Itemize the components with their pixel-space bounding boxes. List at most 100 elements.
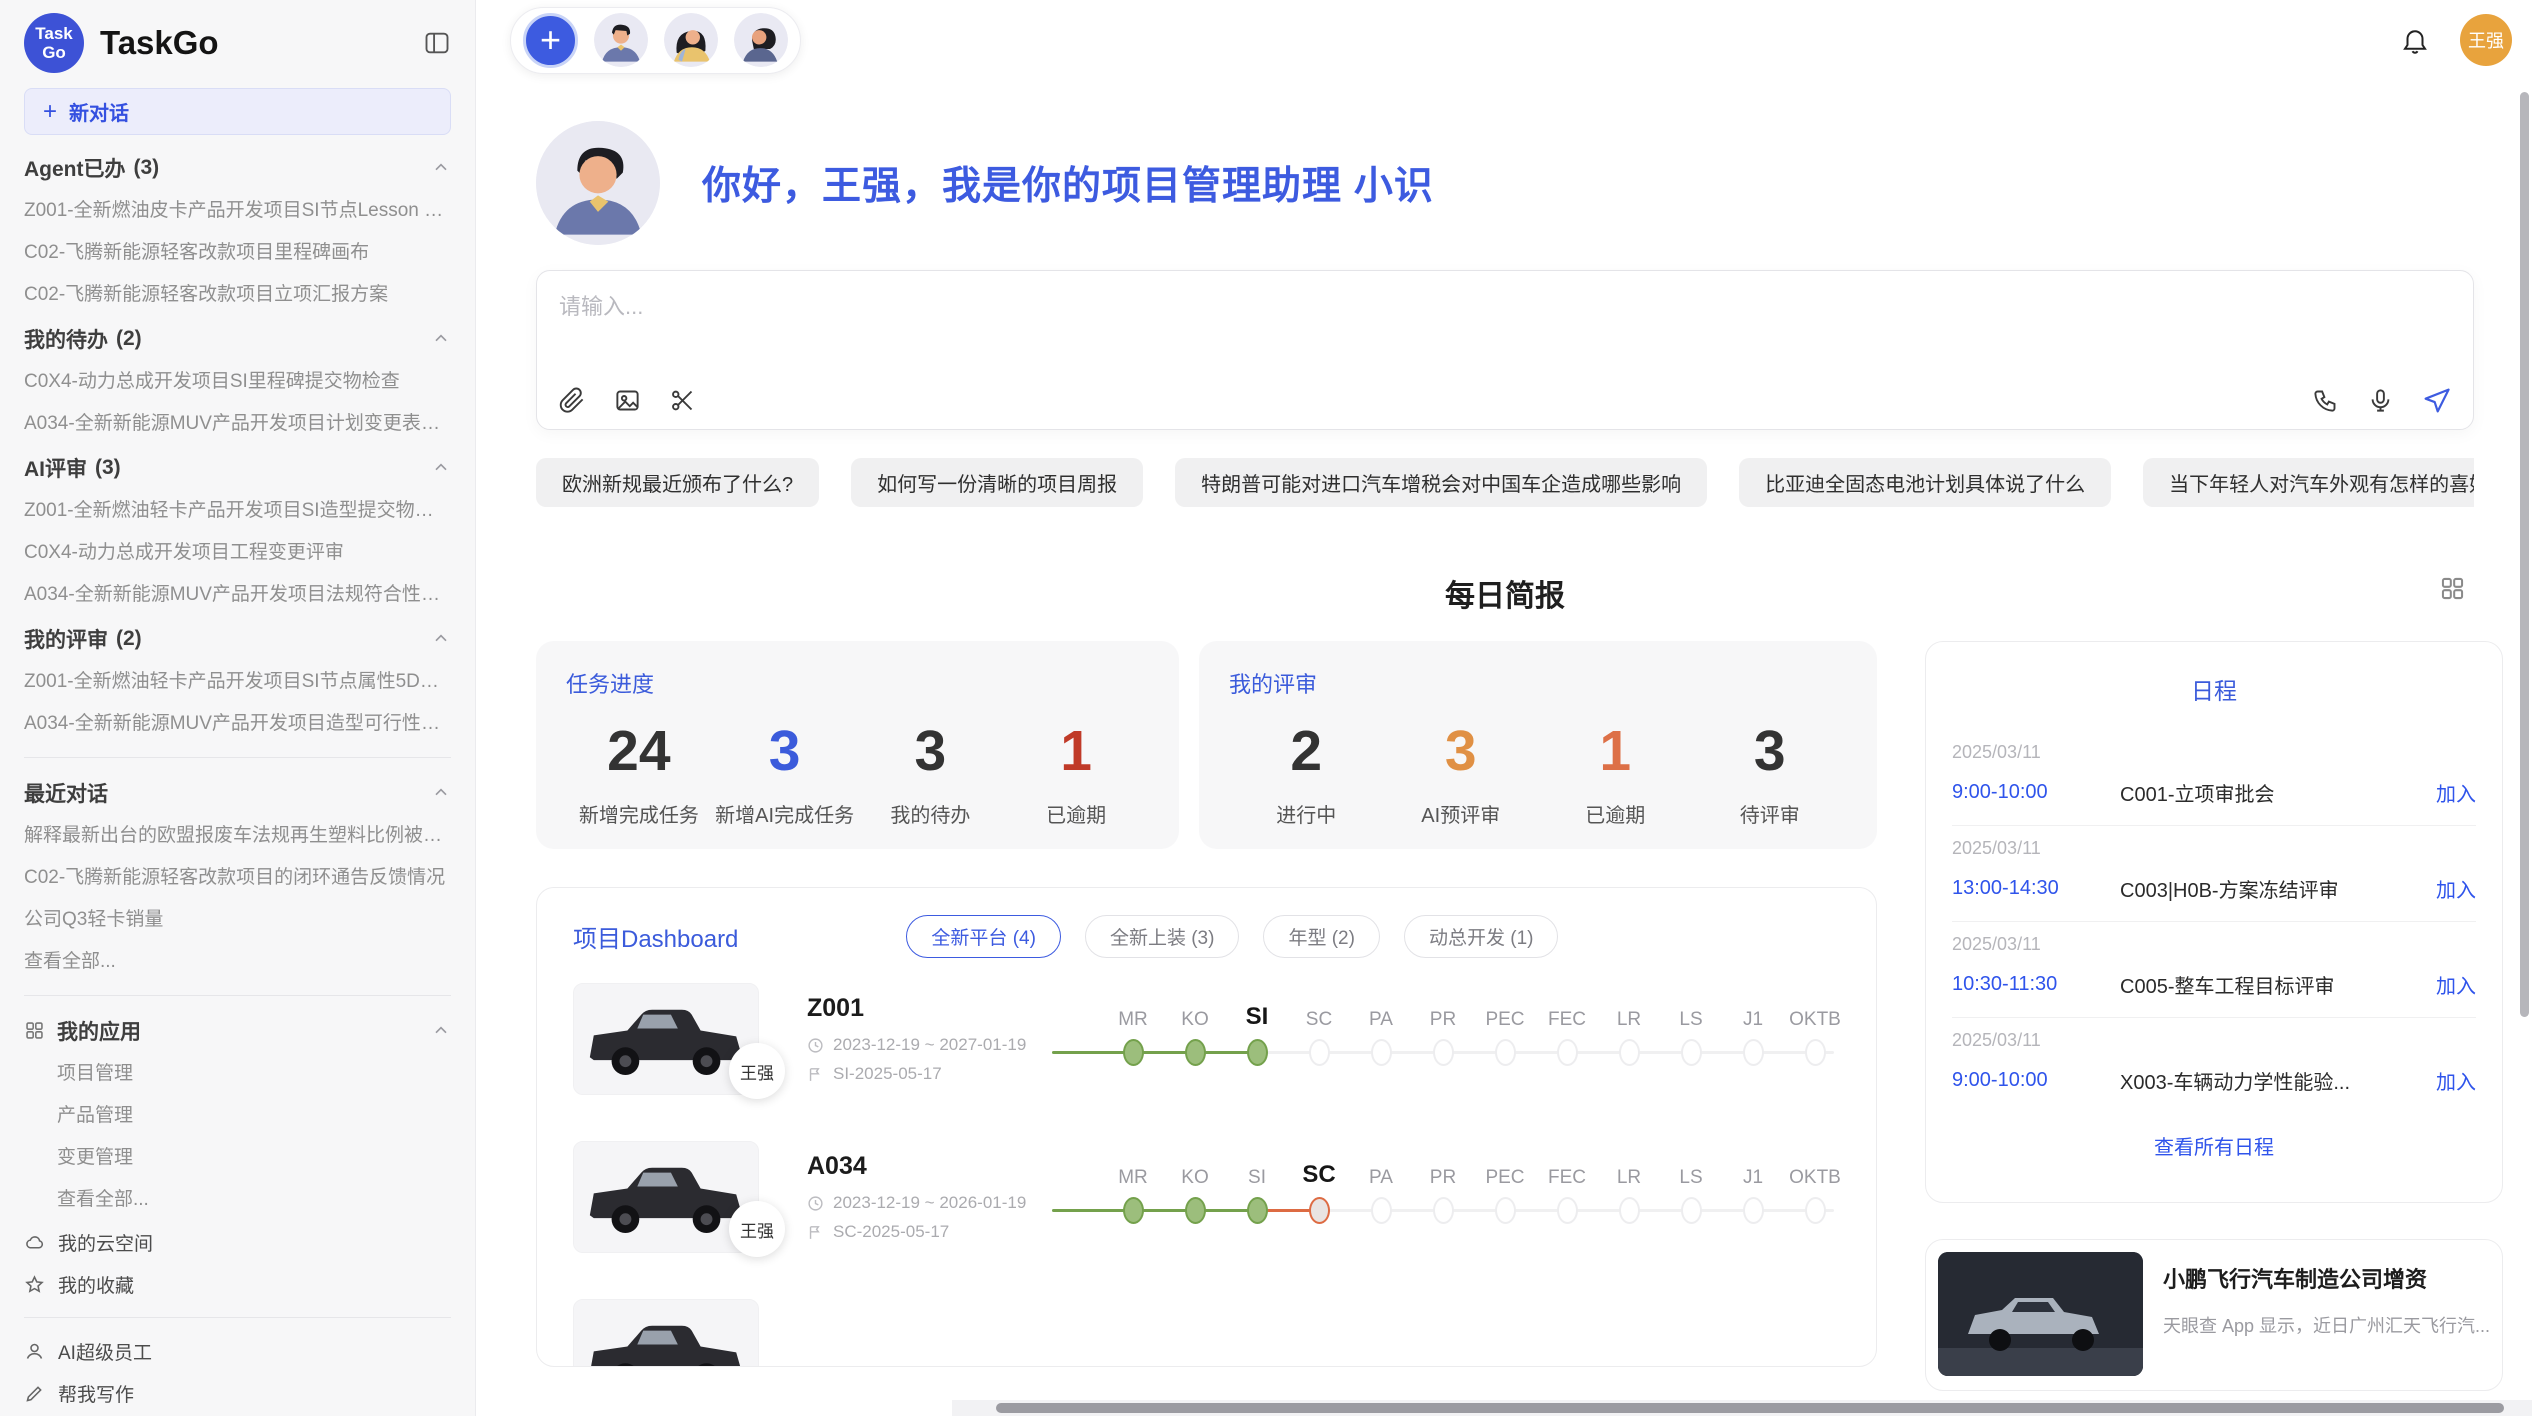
milestone-label: J1 (1743, 993, 1763, 1031)
milestone-dot (1185, 1197, 1206, 1224)
app-item[interactable]: 产品管理 (24, 1095, 451, 1137)
section-header[interactable]: 我的评审 (2) (24, 616, 451, 661)
vertical-scrollbar-thumb[interactable] (2520, 92, 2529, 1017)
view-all-schedule-link[interactable]: 查看所有日程 (1952, 1131, 2476, 1160)
card-title: 任务进度 (566, 667, 1149, 699)
agent-avatar-2[interactable] (664, 13, 718, 67)
apps-view-all[interactable]: 查看全部... (24, 1179, 451, 1221)
suggestion-chip[interactable]: 比亚迪全固态电池计划具体说了什么 (1739, 458, 2111, 507)
project-info: A034 2023-12-19 ~ 2026-01-19 SC-2025-05-… (807, 1152, 1045, 1242)
notifications-button[interactable] (2400, 25, 2430, 55)
schedule-date: 2025/03/11 (1952, 742, 2476, 763)
milestone-label: SC (1302, 1151, 1335, 1189)
microphone-button[interactable] (2367, 387, 2394, 414)
sidebar-item[interactable]: C0X4-动力总成开发项目SI里程碑提交物检查 (24, 361, 451, 403)
recent-chat-item[interactable]: C02-飞腾新能源轻客改款项目的闭环通告反馈情况 (24, 857, 451, 899)
stat-value: 3 (712, 707, 858, 795)
stat-label: 已逾期 (1538, 799, 1693, 828)
sidebar-item[interactable]: C0X4-动力总成开发项目工程变更评审 (24, 532, 451, 574)
image-upload-button[interactable] (614, 387, 641, 414)
sidebar-item[interactable]: Z001-全新燃油皮卡产品开发项目SI节点Lesson Learn报告 (24, 190, 451, 232)
user-avatar[interactable]: 王强 (2460, 14, 2512, 66)
suggestion-chip[interactable]: 当下年轻人对汽车外观有怎样的喜好趋势 (2143, 458, 2474, 507)
milestone-dot (1557, 1039, 1578, 1066)
milestone-label: PA (1369, 993, 1393, 1031)
project-name: A034 (807, 1152, 1045, 1181)
dashboard-tab[interactable]: 动总开发 (1) (1404, 915, 1559, 958)
sidebar-item-cloud-space[interactable]: 我的云空间 (24, 1221, 451, 1263)
sidebar-item[interactable]: A034-全新新能源MUV产品开发项目造型可行性评审 (24, 703, 451, 745)
schedule-title: 日程 (1952, 672, 2476, 706)
sidebar-item[interactable]: Z001-全新燃油轻卡产品开发项目SI节点属性5D文件评审 (24, 661, 451, 703)
dashboard-title: 项目Dashboard (573, 919, 738, 954)
project-name: Z001 (807, 994, 1045, 1023)
add-agent-button[interactable]: + (523, 13, 578, 68)
chat-input[interactable] (559, 289, 2451, 386)
attach-button[interactable] (559, 387, 586, 414)
project-dates: 2023-12-19 ~ 2027-01-19 (833, 1035, 1026, 1055)
milestone-timeline: MRKOSISCPAPRPECFECLRLSJ1OKTB (1052, 1151, 1846, 1243)
milestone-dot (1371, 1197, 1392, 1224)
section-header[interactable]: 最近对话 (24, 770, 451, 815)
dashboard-tab[interactable]: 全新平台 (4) (906, 915, 1061, 958)
sidebar-item[interactable]: C02-飞腾新能源轻客改款项目里程碑画布 (24, 232, 451, 274)
milestone: MR (1102, 993, 1164, 1085)
agent-avatar-3[interactable] (734, 13, 788, 67)
agent-switcher: + (510, 7, 801, 74)
sidebar-item-favorites[interactable]: 我的收藏 (24, 1263, 451, 1305)
join-link[interactable]: 加入 (2436, 1066, 2476, 1095)
stat-label: AI预评审 (1384, 799, 1539, 828)
section-header[interactable]: Agent已办 (3) (24, 145, 451, 190)
horizontal-scrollbar-thumb[interactable] (996, 1403, 2504, 1413)
project-row[interactable]: 王强 Z001 2023-12-19 ~ 2027-01-19 SI-2025-… (557, 960, 1856, 1118)
suggestion-chip[interactable]: 如何写一份清晰的项目周报 (851, 458, 1143, 507)
dashboard-tab[interactable]: 年型 (2) (1263, 915, 1380, 958)
dashboard-tab[interactable]: 全新上装 (3) (1085, 915, 1240, 958)
recent-chat-item[interactable]: 解释最新出台的欧盟报废车法规再生塑料比例被调至15%... (24, 815, 451, 857)
voice-call-button[interactable] (2312, 387, 2339, 414)
agent-avatar-1[interactable] (594, 13, 648, 67)
section-header[interactable]: AI评审 (3) (24, 445, 451, 490)
section-header[interactable]: 我的待办 (2) (24, 316, 451, 361)
stat-value: 2 (1229, 707, 1384, 795)
sidebar-collapse-button[interactable] (423, 29, 451, 57)
sidebar-item[interactable]: A034-全新新能源MUV产品开发项目计划变更表编写 (24, 403, 451, 445)
send-button[interactable] (2422, 386, 2451, 415)
sidebar-item[interactable]: A034-全新新能源MUV产品开发项目法规符合性评审 (24, 574, 451, 616)
join-link[interactable]: 加入 (2436, 778, 2476, 807)
briefing-header: 每日简报 (536, 571, 2474, 617)
sidebar-item-help-me-write[interactable]: 帮我写作 (24, 1372, 451, 1414)
join-link[interactable]: 加入 (2436, 874, 2476, 903)
sidebar-item[interactable]: C02-飞腾新能源轻客改款项目立项汇报方案 (24, 274, 451, 316)
sidebar-item[interactable]: Z001-全新燃油轻卡产品开发项目SI造型提交物评审 (24, 490, 451, 532)
stat-item: 3 新增AI完成任务 (712, 707, 858, 828)
new-chat-button[interactable]: + 新对话 (24, 88, 451, 135)
milestone: FEC (1536, 993, 1598, 1085)
sidebar-item-ai-super-employee[interactable]: AI超级员工 (24, 1330, 451, 1372)
stat-item: 3 我的待办 (858, 707, 1004, 828)
side-link-label: 我的云空间 (58, 1229, 153, 1256)
news-card[interactable]: 小鹏飞行汽车制造公司增资 天眼查 App 显示，近日广州汇天飞行汽... (1925, 1239, 2503, 1391)
milestone: KO (1164, 993, 1226, 1085)
project-row-partial[interactable] (557, 1276, 1856, 1367)
app-item[interactable]: 变更管理 (24, 1137, 451, 1179)
stat-value: 3 (1384, 707, 1539, 795)
milestone-label: FEC (1548, 993, 1586, 1031)
suggestion-chip[interactable]: 欧洲新规最近颁布了什么? (536, 458, 819, 507)
suggestion-chip[interactable]: 特朗普可能对进口汽车增税会对中国车企造成哪些影响 (1175, 458, 1707, 507)
milestone-dot (1371, 1039, 1392, 1066)
join-link[interactable]: 加入 (2436, 970, 2476, 999)
milestone: PR (1412, 1151, 1474, 1243)
app-item[interactable]: 项目管理 (24, 1053, 451, 1095)
screenshot-button[interactable] (669, 387, 696, 414)
project-car-image: 王强 (573, 983, 759, 1095)
recent-chat-item[interactable]: 公司Q3轻卡销量 (24, 899, 451, 941)
project-dates-row: 2023-12-19 ~ 2026-01-19 (807, 1193, 1045, 1213)
my-apps-header[interactable]: 我的应用 (24, 1008, 451, 1053)
project-row[interactable]: 王强 A034 2023-12-19 ~ 2026-01-19 SC-2025-… (557, 1118, 1856, 1276)
briefing-layout-button[interactable] (2439, 575, 2466, 607)
stat-value: 1 (1003, 707, 1149, 795)
news-snippet: 天眼查 App 显示，近日广州汇天飞行汽... (2163, 1312, 2490, 1338)
recent-view-all[interactable]: 查看全部... (24, 941, 451, 983)
avatar-illustration (536, 121, 660, 245)
